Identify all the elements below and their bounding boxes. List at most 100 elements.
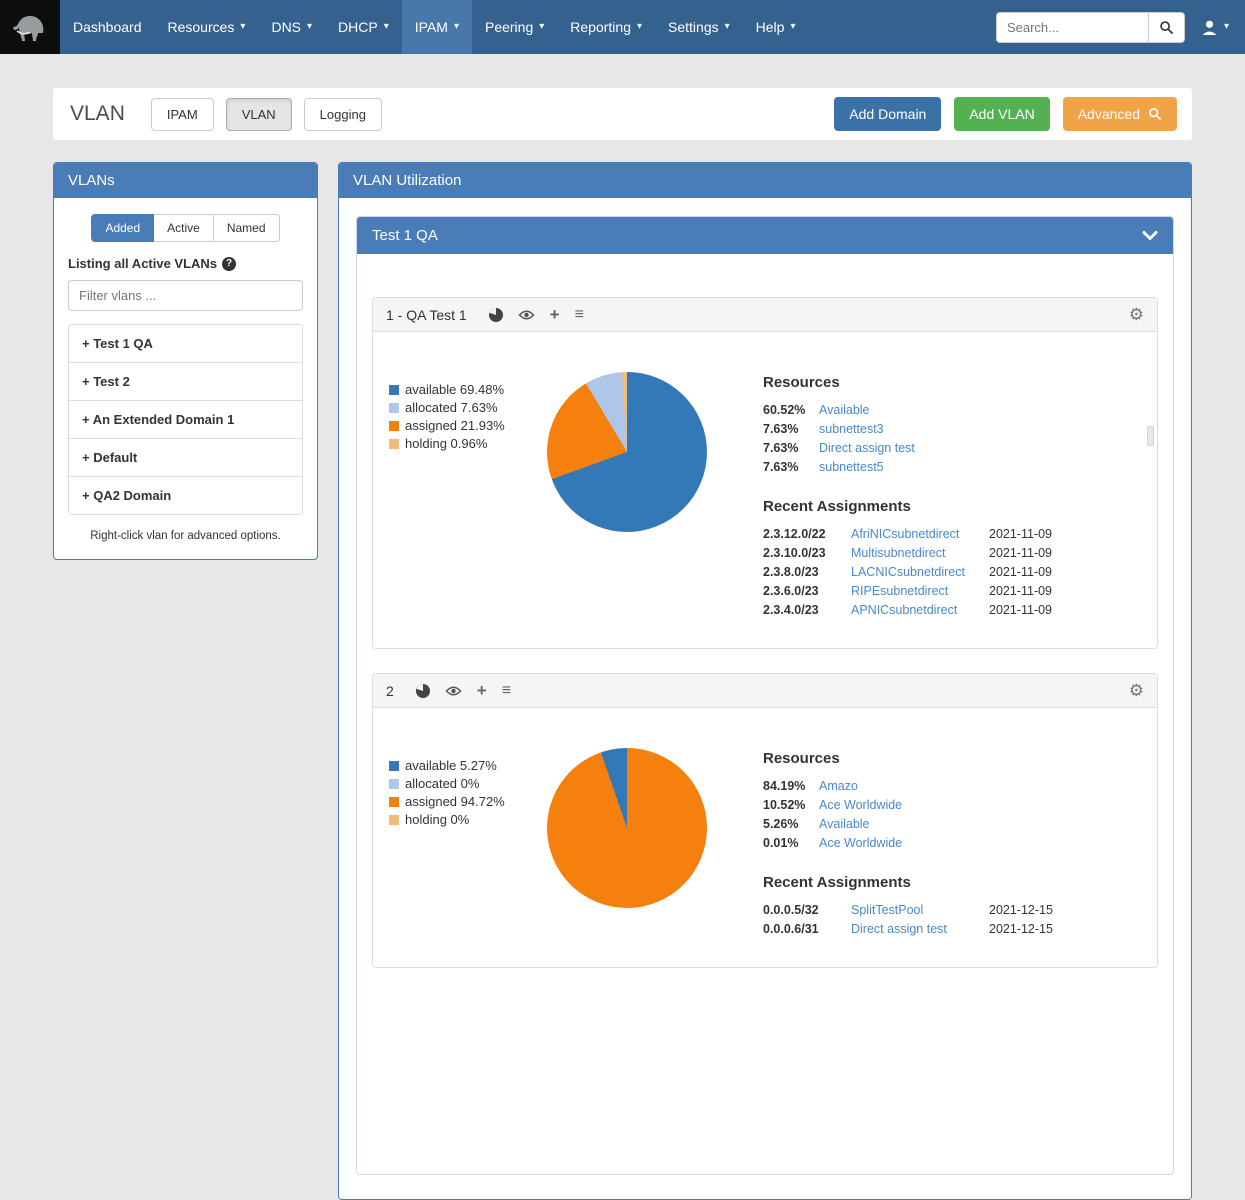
nav-item-settings[interactable]: Settings▾ [655,0,743,54]
assignment-cidr: 2.3.6.0/23 [763,584,843,598]
nav-item-help[interactable]: Help▾ [743,0,809,54]
resource-link[interactable]: subnettest3 [819,422,884,436]
assignment-link[interactable]: RIPEsubnetdirect [851,584,981,598]
eye-icon[interactable] [518,309,535,321]
menu-bars-icon[interactable]: ≡ [502,683,511,699]
user-menu[interactable]: ▾ [1189,0,1245,54]
nav-label: Peering [485,19,533,35]
domain-header[interactable]: Test 1 QA [357,217,1173,254]
plus-icon[interactable]: + [477,682,487,699]
gear-icon[interactable]: ⚙ [1129,682,1144,699]
collapse-button[interactable] [1142,230,1158,241]
assignment-row: 2.3.6.0/23RIPEsubnetdirect2021-11-09 [763,584,1141,598]
nav-label: DHCP [338,19,378,35]
legend-swatch [389,797,399,807]
vlans-panel: VLANs Added Active Named Listing all Act… [53,162,318,560]
nav-item-dns[interactable]: DNS ▾ [258,0,325,54]
vlan-list-item[interactable]: + Test 1 QA [69,325,302,363]
assignment-cidr: 2.3.8.0/23 [763,565,843,579]
vlan-filter-segments: Added Active Named [68,214,303,242]
assignment-link[interactable]: SplitTestPool [851,903,981,917]
tab-vlan[interactable]: VLAN [226,98,292,131]
pie-legend: available 69.48% allocated 7.63% assigne… [389,382,547,622]
tab-logging[interactable]: Logging [304,98,382,131]
scrollbar-thumb[interactable] [1147,426,1154,446]
help-icon[interactable]: ? [222,257,236,271]
assignment-date: 2021-11-09 [989,546,1141,560]
assignment-link[interactable]: AfriNICsubnetdirect [851,527,981,541]
menu-bars-icon[interactable]: ≡ [575,307,584,323]
caret-down-icon: ▾ [307,22,312,32]
segment-named[interactable]: Named [214,214,280,242]
resources-title: Resources [763,374,1141,391]
pie-chart-icon[interactable] [416,684,430,698]
vlan-list: + Test 1 QA + Test 2 + An Extended Domai… [68,324,303,515]
resource-link[interactable]: Available [819,403,870,417]
search-input[interactable] [996,12,1148,43]
resource-link[interactable]: Direct assign test [819,441,915,455]
search-icon [1148,107,1162,121]
recent-assignments-title: Recent Assignments [763,498,1141,515]
brand-logo[interactable] [0,0,60,54]
nav-item-reporting[interactable]: Reporting▾ [557,0,655,54]
assignment-cidr: 2.3.4.0/23 [763,603,843,617]
pie-chart-icon[interactable] [489,308,503,322]
vlan-card-2: 2 + ≡ [372,673,1158,968]
nav-label: DNS [271,19,301,35]
assignment-link[interactable]: LACNICsubnetdirect [851,565,981,579]
legend-item: available 69.48% [389,382,547,397]
nav-label: Reporting [570,19,631,35]
assignment-link[interactable]: APNICsubnetdirect [851,603,981,617]
nav-item-dashboard[interactable]: Dashboard [60,0,155,54]
top-navbar: Dashboard Resources▾ DNS ▾ DHCP ▾ IPAM▾ Pe… [0,0,1245,54]
assignment-date: 2021-11-09 [989,527,1141,541]
card-toolbar: + ≡ [489,306,584,323]
card-toolbar: + ≡ [416,682,511,699]
nav-item-peering[interactable]: Peering▾ [472,0,557,54]
resource-link[interactable]: Ace Worldwide [819,836,902,850]
assignment-link[interactable]: Direct assign test [851,922,981,936]
card-info: Resources 60.52%Available 7.63%subnettes… [763,374,1141,622]
resource-row: 7.63% subnettest5 [763,460,1141,474]
resource-row: 0.01%Ace Worldwide [763,836,1141,850]
advanced-button[interactable]: Advanced [1063,97,1177,131]
segment-added[interactable]: Added [91,214,154,242]
resource-link[interactable]: Ace Worldwide [819,798,902,812]
tab-ipam[interactable]: IPAM [151,98,214,131]
assignment-link[interactable]: Multisubnetdirect [851,546,981,560]
legend-item: allocated 7.63% [389,400,547,415]
nav-item-resources[interactable]: Resources▾ [155,0,259,54]
resource-link[interactable]: subnettest5 [819,460,884,474]
add-vlan-button[interactable]: Add VLAN [954,97,1049,131]
caret-down-icon: ▾ [384,22,389,32]
nav-item-dhcp[interactable]: DHCP ▾ [325,0,402,54]
vlan-card-1-body: available 69.48% allocated 7.63% assigne… [373,332,1157,648]
vlan-list-item[interactable]: + An Extended Domain 1 [69,401,302,439]
vlan-card-2-header: 2 + ≡ [373,674,1157,708]
resource-percent: 7.63% [763,460,809,474]
assignment-row: 2.3.10.0/23Multisubnetdirect2021-11-09 [763,546,1141,560]
add-domain-button[interactable]: Add Domain [834,97,941,131]
utilization-pie-chart [547,748,707,908]
vlans-panel-header: VLANs [54,163,317,198]
legend-item: available 5.27% [389,758,547,773]
vlan-filter-input[interactable] [68,280,303,311]
user-icon [1201,19,1218,36]
assignment-date: 2021-12-15 [989,903,1141,917]
legend-label: assigned 94.72% [405,794,505,809]
resource-link[interactable]: Available [819,817,870,831]
plus-icon[interactable]: + [550,306,560,323]
gear-icon[interactable]: ⚙ [1129,306,1144,323]
content-area: VLANs Added Active Named Listing all Act… [53,162,1192,1200]
resource-link[interactable]: Amazo [819,779,858,793]
vlan-list-item[interactable]: + QA2 Domain [69,477,302,514]
eye-icon[interactable] [445,685,462,697]
nav-item-ipam[interactable]: IPAM▾ [402,0,472,54]
assignment-row: 2.3.8.0/23LACNICsubnetdirect2021-11-09 [763,565,1141,579]
segment-active[interactable]: Active [154,214,214,242]
search-button[interactable] [1148,12,1185,43]
vlan-list-item[interactable]: + Default [69,439,302,477]
legend-item: holding 0% [389,812,547,827]
legend-label: available 69.48% [405,382,504,397]
vlan-list-item[interactable]: + Test 2 [69,363,302,401]
